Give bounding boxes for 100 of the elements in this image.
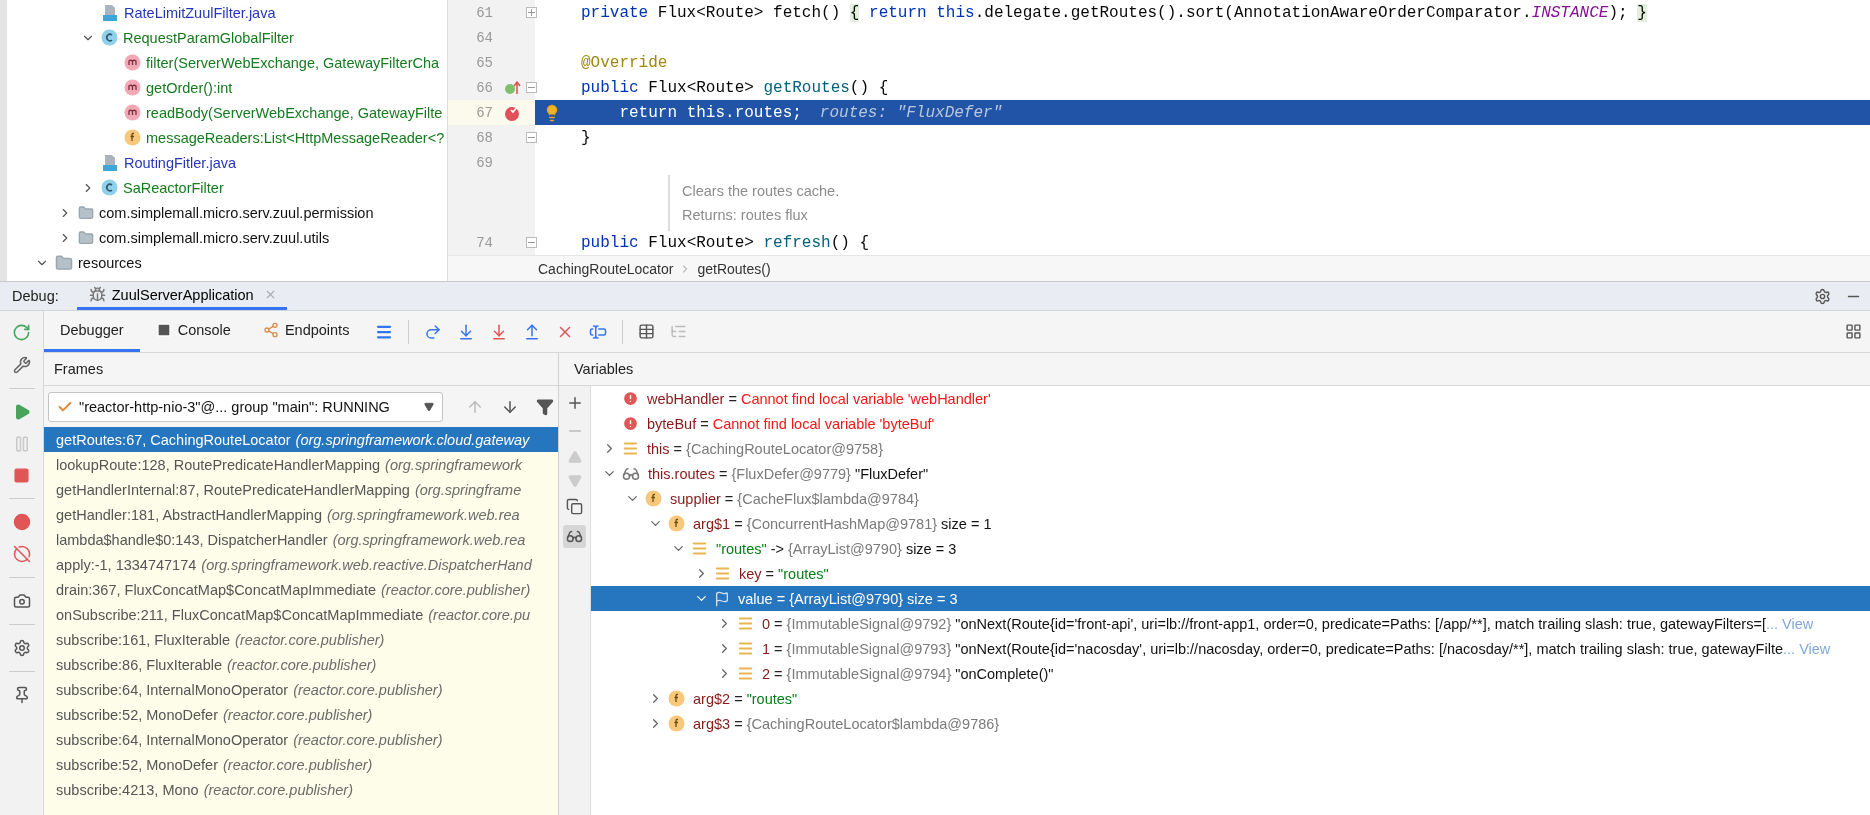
variable-row[interactable]: webHandler = Cannot find local variable 'webHandler' [591,386,1870,411]
stack-frame[interactable]: getRoutes:67, CachingRouteLocator (org.springframework.cloud.gateway [44,427,558,452]
variables-title: Variables [574,361,634,377]
variable-row[interactable]: arg$2 = "routes" [591,686,1870,711]
stack-frame[interactable]: drain:367, FluxConcatMap$ConcatMapImmediate (reactor.core.publisher) [44,577,558,602]
camera-icon[interactable] [12,592,31,610]
run-to-cursor-icon[interactable] [589,322,608,341]
package-icon [78,204,94,221]
tree-item[interactable]: readBody(ServerWebExchange, GatewayFilte [7,100,447,125]
variable-row[interactable]: arg$3 = {CachingRouteLocator$lambda@9786} [591,711,1870,736]
step-over-icon[interactable] [424,322,443,341]
collapse-fold-icon[interactable] [526,237,537,248]
expand-fold-icon[interactable] [526,7,537,18]
line-number: 64 [475,29,493,46]
debug-label: Debug: [12,287,59,306]
flag-icon [714,590,730,607]
variable-row[interactable]: 1 = {ImmutableSignal@9793} "onNext(Route{id='nacosday', uri=lb://nacosday, order=0, predicate=Paths: [/nacosday/**], match trailing slash: true, gatewayFilte... View [591,636,1870,661]
stack-frame[interactable]: lookupRoute:128, RoutePredicateHandlerMapping (org.springframework [44,452,558,477]
class-icon [101,179,118,196]
variable-row[interactable]: key = "routes" [591,561,1870,586]
tree-item[interactable]: messageReaders:List<HttpMessageReader<? [7,125,447,150]
field-icon [645,490,662,507]
tab[interactable]: Console [139,311,247,352]
field-icon [668,515,685,532]
tree-item[interactable]: com.simplemall.micro.serv.zuul.permission [7,200,447,225]
variable-row[interactable]: supplier = {CacheFlux$lambda@9784} [591,486,1870,511]
line-number: 65 [475,54,493,71]
bug-icon [88,286,106,303]
stack-frame[interactable]: subscribe:161, FluxIterable (reactor.core.publisher) [44,627,558,652]
watches-toggle[interactable] [563,525,586,548]
field-icon [124,129,141,146]
variable-row[interactable]: this.routes = {FluxDefer@9779} "FluxDefer" [591,461,1870,486]
variable-row[interactable]: value = {ArrayList@9790} size = 3 [591,586,1870,611]
stack-frame[interactable]: onSubscribe:211, FluxConcatMap$ConcatMapImmediate (reactor.core.pu [44,602,558,627]
variable-row[interactable]: "routes" -> {ArrayList@9790} size = 3 [591,536,1870,561]
frames-title: Frames [54,361,104,377]
override-marker-icon[interactable] [504,79,522,96]
stack-frame[interactable]: getHandler:181, AbstractHandlerMapping (org.springframework.web.rea [44,502,558,527]
breakpoint-icon[interactable] [504,103,522,122]
breadcrumb[interactable]: getRoutes() [697,260,771,277]
tree-item[interactable]: filter(ServerWebExchange, GatewayFilterCha [7,50,447,75]
copy-icon[interactable] [566,498,583,515]
breakpoints-icon[interactable] [12,513,31,531]
tree-item[interactable]: getOrder():int [7,75,447,100]
code-line: public Flux<Route> getRoutes() { [580,77,890,99]
tree-item[interactable]: SaReactorFilter [7,175,447,200]
error-icon [622,415,639,432]
variable-row[interactable]: this = {CachingRouteLocator@9758} [591,436,1870,461]
tree-item[interactable]: resources [7,250,447,275]
variable-row[interactable]: 2 = {ImmutableSignal@9794} "onComplete()" [591,661,1870,686]
stack-frame[interactable]: subscribe:86, FluxIterable (reactor.core.publisher) [44,652,558,677]
method-icon [124,79,141,96]
stack-frame[interactable]: subscribe:52, MonoDefer (reactor.core.publisher) [44,702,558,727]
caret-icon [424,401,434,412]
stack-frame[interactable]: lambda$handle$0:143, DispatcherHandler (org.springframework.web.rea [44,527,558,552]
method-icon [124,54,141,71]
tab[interactable]: Endpoints [246,311,366,352]
code-line: @Override [580,52,669,74]
stack-frame[interactable]: subscribe:4213, Mono (reactor.core.publisher) [44,777,558,802]
rerun-icon[interactable] [12,323,31,342]
line-number: 69 [475,154,493,171]
stack-frame[interactable]: subscribe:52, MonoDefer (reactor.core.publisher) [44,752,558,777]
filter-icon[interactable] [536,397,554,416]
tree-item[interactable]: com.simplemall.micro.serv.zuul.utils [7,225,447,250]
thread-dropdown[interactable]: "reactor-http-nio-3"@... group "main": RUNNING [48,391,443,422]
settings-icon[interactable] [12,639,31,657]
method-icon [124,104,141,121]
line-number: 61 [475,4,493,21]
folder-icon [55,253,73,272]
stack-frame[interactable]: subscribe:64, InternalMonoOperator (reactor.core.publisher) [44,727,558,752]
doc-comment: Clears the routes cache. Returns: routes flux [668,174,840,231]
variable-row[interactable]: arg$1 = {ConcurrentHashMap@9781} size = 1 [591,511,1870,536]
package-icon [78,229,94,246]
breadcrumb[interactable]: CachingRouteLocator [538,260,674,277]
stack-frame[interactable]: subscribe:64, InternalMonoOperator (reactor.core.publisher) [44,677,558,702]
list-icon [737,640,754,657]
code-line: public Flux<Route> refresh() { [580,232,871,254]
variable-row[interactable]: 0 = {ImmutableSignal@9792} "onNext(Route{id='front-api', uri=lb://front-app1, order=0, predicate=Paths: [/app/**], match trailing slash: true, gatewayFilters=[... View [591,611,1870,636]
line-number: 66 [475,79,493,96]
stop-icon[interactable] [13,467,30,484]
stack-frame[interactable]: getHandlerInternal:87, RoutePredicateHandlerMapping (org.springframe [44,477,558,502]
java-file-icon [101,3,119,22]
tree-item[interactable]: RateLimitZuulFilter.java [7,0,447,25]
table-icon[interactable] [638,323,656,340]
tree-item[interactable]: RoutingFitler.java [7,150,447,175]
settings-icon[interactable] [1814,287,1831,305]
mute-breakpoints-icon[interactable] [12,545,31,563]
code-line: return this.routes; routes: "FluxDefer" [618,102,1004,124]
tree-item[interactable]: RequestParamGlobalFilter [7,25,447,50]
line-number: 67 [475,104,493,121]
line-number: 68 [475,129,493,146]
collapse-fold-icon[interactable] [526,132,537,143]
variable-row[interactable]: byteBuf = Cannot find local variable 'byteBuf' [591,411,1870,436]
layout-icon[interactable] [1845,323,1862,340]
wrench-icon[interactable] [12,356,31,374]
list-icon [737,665,754,682]
collapse-fold-icon[interactable] [526,82,537,93]
list-icon [714,565,731,582]
stack-frame[interactable]: apply:-1, 1334747174 (org.springframework.web.reactive.DispatcherHand [44,552,558,577]
list-icon [737,615,754,632]
